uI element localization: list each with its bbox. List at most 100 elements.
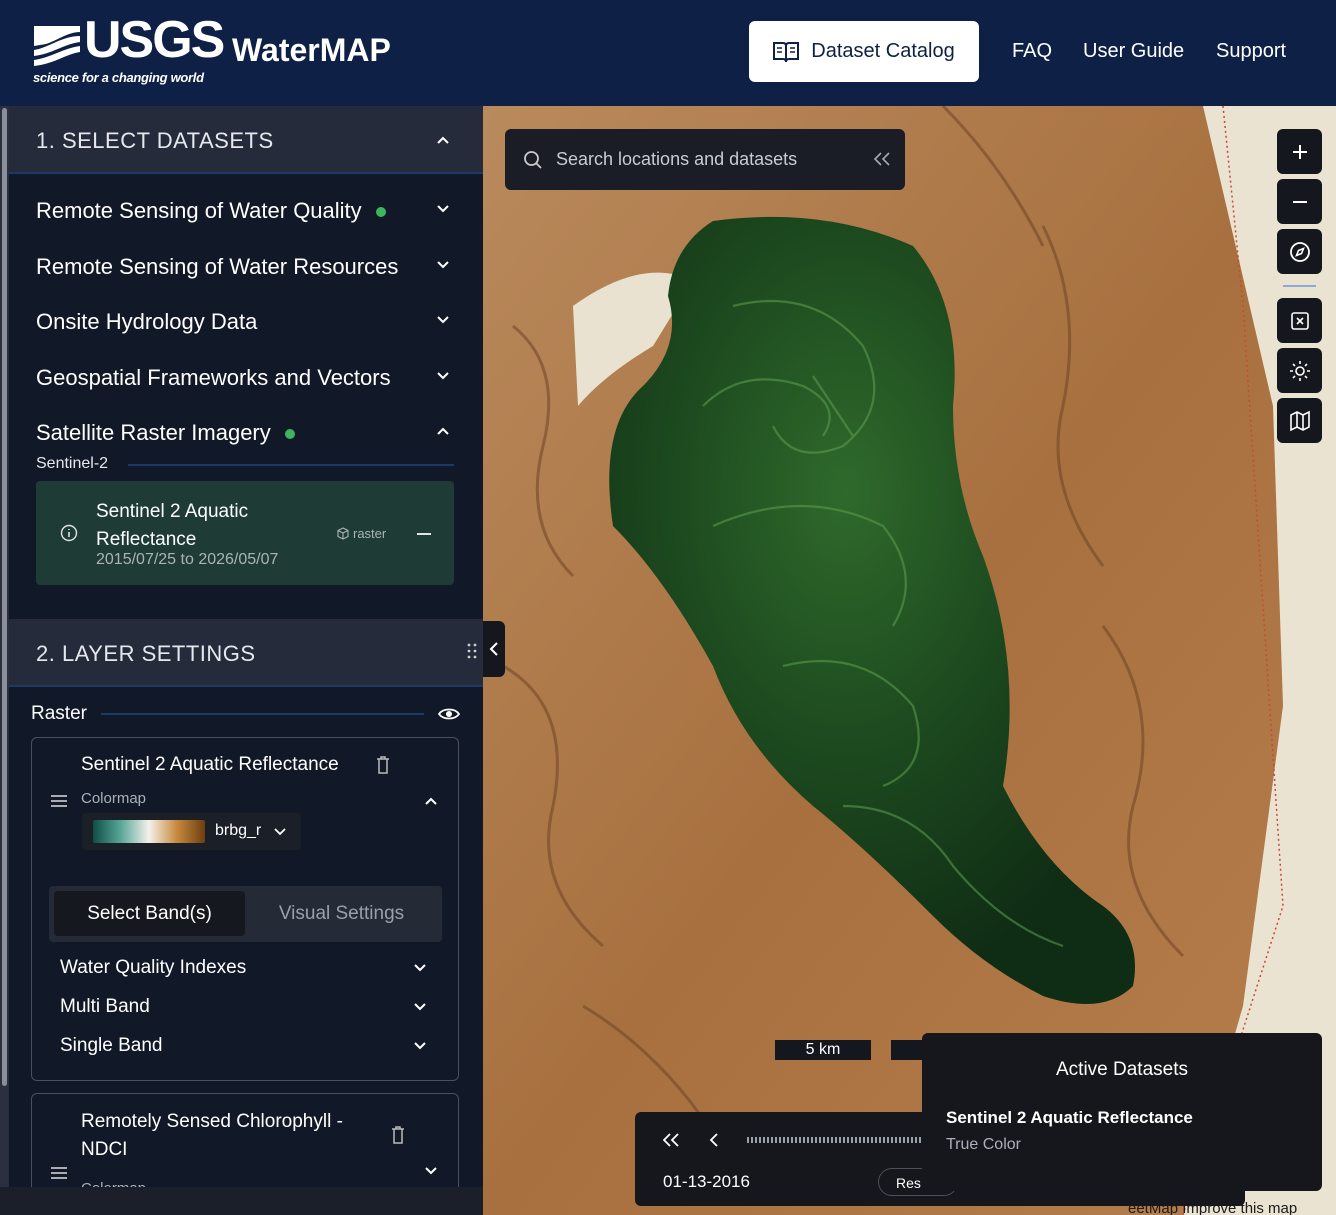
eye-icon[interactable]	[438, 706, 460, 722]
dataset-card[interactable]: Sentinel 2 Aquatic Reflectance 2015/07/2…	[36, 481, 454, 585]
dataset-title-line2: Reflectance	[96, 529, 197, 550]
chevron-up-icon[interactable]	[424, 794, 438, 808]
chevron-left-icon[interactable]	[709, 1133, 719, 1147]
compass-icon	[1289, 241, 1310, 262]
usgs-wave-icon	[34, 26, 80, 66]
layer-card-sentinel: Sentinel 2 Aquatic Reflectance Colormap …	[31, 737, 459, 1081]
chevron-down-icon[interactable]	[413, 1000, 427, 1014]
band-group-water-quality[interactable]: Water Quality Indexes	[60, 957, 246, 979]
trash-icon[interactable]	[391, 1126, 405, 1144]
sidebar-scroll-thumb[interactable]	[2, 108, 7, 1086]
cube-icon	[337, 527, 349, 540]
open-book-icon	[773, 41, 800, 62]
trash-icon[interactable]	[376, 756, 390, 774]
chevron-up-icon[interactable]	[436, 424, 450, 438]
brightness-button[interactable]	[1277, 348, 1322, 393]
layer-settings-title: 2. LAYER SETTINGS	[36, 641, 256, 666]
sidebar-scrollbar[interactable]	[0, 106, 9, 1215]
sidebar-footer	[0, 1187, 483, 1215]
category-label: Geospatial Frameworks and Vectors	[36, 365, 391, 390]
layer-title: Sentinel 2 Aquatic Reflectance	[81, 754, 339, 775]
minus-icon	[1292, 200, 1307, 203]
subgroup-divider	[128, 464, 454, 466]
active-indicator-dot	[375, 207, 386, 218]
raster-group-label: Raster	[31, 703, 87, 724]
dataset-card-title: Sentinel 2 Aquatic Reflectance	[96, 498, 248, 554]
dataset-catalog-label: Dataset Catalog	[811, 40, 955, 62]
layer-title-line1: Remotely Sensed Chlorophyll -	[81, 1111, 343, 1132]
layer-drag-icon[interactable]	[50, 1166, 68, 1180]
band-group-single-band[interactable]: Single Band	[60, 1035, 162, 1057]
scale-label: 5 km	[805, 1041, 841, 1058]
active-datasets-panel: Active Datasets Sentinel 2 Aquatic Refle…	[922, 1033, 1322, 1191]
nav-user-guide-link[interactable]: User Guide	[1083, 40, 1184, 63]
category-label: Onsite Hydrology Data	[36, 309, 258, 334]
collapse-sidebar-handle[interactable]	[483, 621, 505, 677]
chevron-left-icon	[489, 642, 498, 656]
double-chevron-left-icon[interactable]	[663, 1133, 679, 1147]
dataset-catalog-button[interactable]: Dataset Catalog	[749, 21, 979, 82]
category-onsite-hydrology[interactable]: Onsite Hydrology Data	[36, 309, 257, 335]
layer-settings-header[interactable]: 2. LAYER SETTINGS	[9, 619, 483, 687]
usgs-wordmark: USGS	[84, 11, 225, 69]
chevron-up-icon[interactable]	[436, 133, 450, 147]
chevron-down-icon	[274, 828, 286, 836]
select-datasets-header[interactable]: 1. SELECT DATASETS	[9, 106, 483, 174]
sun-icon	[1289, 360, 1310, 381]
remove-dataset-button[interactable]	[417, 533, 431, 535]
chevron-down-icon[interactable]	[413, 961, 427, 975]
chevron-down-icon[interactable]	[413, 1039, 427, 1053]
layer-drag-icon[interactable]	[50, 794, 68, 808]
chevron-down-icon[interactable]	[436, 258, 450, 272]
info-icon[interactable]	[60, 524, 78, 542]
sidebar: 1. SELECT DATASETS Remote Sensing of Wat…	[0, 106, 483, 1215]
active-dataset-name[interactable]: Sentinel 2 Aquatic Reflectance	[946, 1108, 1193, 1128]
zoom-out-button[interactable]	[1277, 179, 1322, 224]
active-indicator-dot	[284, 429, 295, 440]
tab-visual-settings[interactable]: Visual Settings	[249, 891, 434, 936]
search-box[interactable]: Search locations and datasets	[505, 129, 905, 190]
category-water-resources[interactable]: Remote Sensing of Water Resources	[36, 254, 398, 280]
close-square-icon	[1290, 311, 1309, 330]
nav-support-link[interactable]: Support	[1216, 40, 1286, 63]
compass-button[interactable]	[1277, 229, 1322, 274]
raster-group-divider	[101, 713, 424, 715]
map-icon	[1289, 410, 1310, 431]
clear-layers-button[interactable]	[1277, 298, 1322, 343]
active-dataset-style: True Color	[946, 1136, 1021, 1153]
plus-icon	[1292, 144, 1307, 159]
tab-select-bands[interactable]: Select Band(s)	[54, 891, 245, 936]
colormap-value: brbg_r	[215, 822, 262, 839]
app-header: USGS science for a changing world WaterM…	[0, 0, 1336, 106]
search-icon	[524, 150, 542, 169]
timeline-track[interactable]	[747, 1137, 923, 1143]
chevron-down-icon[interactable]	[424, 1164, 438, 1178]
chevron-down-icon[interactable]	[436, 313, 450, 327]
band-group-multi-band[interactable]: Multi Band	[60, 996, 150, 1018]
category-label: Remote Sensing of Water Resources	[36, 254, 399, 279]
dataset-title-line1: Sentinel 2 Aquatic	[96, 501, 249, 522]
chevron-down-icon[interactable]	[436, 202, 450, 216]
double-chevron-left-icon[interactable]	[873, 152, 891, 166]
category-satellite-raster[interactable]: Satellite Raster Imagery	[36, 420, 295, 446]
search-placeholder[interactable]: Search locations and datasets	[556, 149, 797, 170]
category-label: Satellite Raster Imagery	[36, 420, 271, 445]
usgs-tagline: science for a changing world	[33, 70, 204, 85]
layer-title-line2: NDCI	[81, 1139, 128, 1160]
select-datasets-title: 1. SELECT DATASETS	[36, 128, 274, 153]
category-water-quality[interactable]: Remote Sensing of Water Quality	[36, 198, 386, 224]
dataset-date-range: 2015/07/25 to 2026/05/07	[96, 551, 279, 568]
nav-faq-link[interactable]: FAQ	[1012, 40, 1052, 63]
chevron-down-icon[interactable]	[436, 369, 450, 383]
basemap-button[interactable]	[1277, 398, 1322, 443]
category-label: Remote Sensing of Water Quality	[36, 198, 362, 223]
drag-handle-icon[interactable]	[467, 643, 477, 659]
colormap-swatch	[93, 820, 205, 843]
active-datasets-title: Active Datasets	[1056, 1059, 1188, 1080]
colormap-select[interactable]: brbg_r	[82, 813, 301, 850]
band-tabs: Select Band(s) Visual Settings	[49, 886, 442, 942]
zoom-in-button[interactable]	[1277, 129, 1322, 174]
layer-title: Remotely Sensed Chlorophyll - NDCI	[81, 1108, 343, 1164]
category-geospatial-frameworks[interactable]: Geospatial Frameworks and Vectors	[36, 365, 391, 391]
colormap-label: Colormap	[81, 790, 147, 807]
